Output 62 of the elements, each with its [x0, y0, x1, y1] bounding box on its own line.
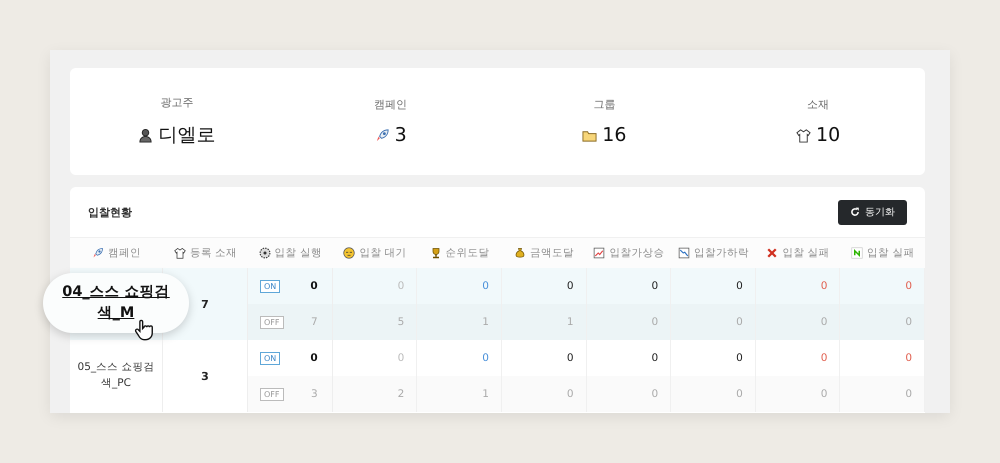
refresh-icon: [850, 207, 860, 217]
table-cell: 0: [398, 280, 404, 292]
status-badge: OFF: [260, 316, 284, 328]
table-cell: 0: [905, 352, 912, 364]
chart-up-icon: [593, 247, 606, 259]
table-cell: 3: [310, 388, 318, 400]
stat-label: 소재: [807, 97, 830, 112]
table-cell: 0: [651, 388, 658, 400]
status-badge: ON: [260, 280, 280, 292]
n-square-icon: [851, 247, 864, 259]
table-cell: 0: [651, 280, 658, 292]
table-cell: 1: [566, 316, 574, 328]
stat-label: 그룹: [593, 97, 616, 112]
stat-label: 캠페인: [374, 97, 408, 112]
trophy-icon: [430, 247, 442, 259]
status-badge: ON: [260, 352, 280, 364]
table-cell: 0: [905, 316, 912, 328]
table-cell: 0: [736, 316, 743, 328]
table-cell: 0: [736, 388, 743, 400]
gear-icon: [258, 247, 271, 259]
chart-down-icon: [678, 247, 690, 259]
table-cell: 0: [736, 352, 743, 364]
creative-count: 3: [163, 340, 248, 412]
stat-value: 3: [394, 124, 407, 146]
shirt-icon: [174, 247, 186, 259]
table-cell: 0: [398, 352, 404, 364]
stat-value: 10: [816, 124, 840, 146]
cross-icon: [766, 247, 778, 259]
table-cell: 1: [482, 316, 489, 328]
table-cell: 0: [820, 388, 828, 400]
status-badge: OFF: [260, 388, 284, 400]
stat-label: 광고주: [160, 95, 194, 110]
stat-value: 16: [602, 124, 626, 146]
face-icon: [343, 247, 356, 259]
shirt-icon: [796, 128, 812, 142]
table-cell: 0: [566, 352, 574, 364]
table-cell: 0: [566, 280, 574, 292]
sync-button[interactable]: 동기화: [838, 200, 907, 224]
table-cell: 0: [482, 280, 489, 292]
table-cell: 0: [566, 388, 574, 400]
table-cell: 0: [651, 316, 658, 328]
rocket-icon: [92, 247, 104, 259]
table-cell: 0: [820, 280, 828, 292]
table-cell: 0: [905, 388, 912, 400]
table-cell: 0: [905, 280, 912, 292]
table-cell: 0: [482, 352, 489, 364]
section-title: 입찰현황: [88, 204, 132, 220]
table-cell: 0: [820, 352, 828, 364]
person-icon: [138, 128, 154, 142]
table-cell: 2: [398, 388, 404, 400]
stat-value: 디엘로: [158, 123, 216, 148]
rocket-icon: [374, 128, 390, 142]
campaign-name[interactable]: 05_스스 쇼핑검색_PC: [70, 360, 162, 392]
table-cell: 5: [398, 316, 404, 328]
table-cell: 0: [310, 352, 318, 364]
table-cell: 0: [310, 280, 318, 292]
table-cell: 1: [482, 388, 489, 400]
table-cell: 7: [310, 316, 318, 328]
table-cell: 0: [651, 352, 658, 364]
money-bag-icon: [514, 247, 526, 259]
table-cell: 0: [736, 280, 743, 292]
table-cell: 0: [820, 316, 828, 328]
